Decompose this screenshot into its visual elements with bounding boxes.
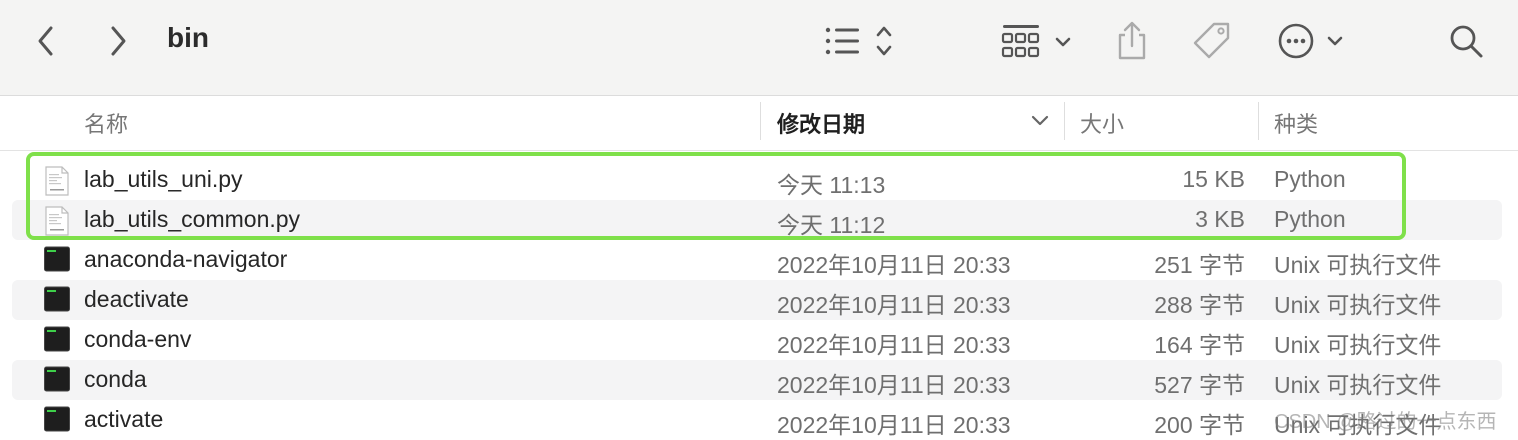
- file-row[interactable]: conda-env 2022年10月11日 20:33 164 字节 Unix 可执行…: [12, 320, 1502, 360]
- file-size: 3 KB: [1195, 206, 1245, 232]
- file-date: 2022年10月11日 20:33: [777, 372, 1011, 398]
- file-name: lab_utils_common.py: [84, 206, 301, 232]
- file-kind: Unix 可执行文件: [1274, 372, 1442, 398]
- terminal-exec-icon: [44, 246, 70, 274]
- file-date: 2022年10月11日 20:33: [777, 412, 1011, 438]
- column-divider[interactable]: [760, 102, 761, 140]
- terminal-exec-icon: [44, 406, 70, 434]
- file-kind: Python: [1274, 166, 1346, 192]
- list-view-icon[interactable]: [822, 18, 898, 64]
- share-icon[interactable]: [1112, 18, 1152, 64]
- search-icon[interactable]: [1446, 18, 1486, 64]
- column-divider[interactable]: [1064, 102, 1065, 140]
- file-row[interactable]: lab_utils_uni.py 今天 11:13 15 KB Python: [12, 160, 1502, 200]
- watermark: CSDN @路过的一点东西: [1274, 411, 1497, 433]
- file-date: 2022年10月11日 20:33: [777, 252, 1011, 278]
- file-kind: Unix 可执行文件: [1274, 292, 1442, 318]
- terminal-exec-icon: [44, 326, 70, 354]
- file-name: deactivate: [84, 286, 189, 312]
- file-name: lab_utils_uni.py: [84, 166, 243, 192]
- python-document-icon: [44, 206, 70, 236]
- file-size: 251 字节: [1154, 252, 1245, 278]
- chevron-left-icon[interactable]: [30, 18, 62, 64]
- tag-icon[interactable]: [1188, 18, 1236, 64]
- file-row[interactable]: conda 2022年10月11日 20:33 527 字节 Unix 可执行文件: [12, 360, 1502, 400]
- file-size: 15 KB: [1182, 166, 1245, 192]
- file-kind: Unix 可执行文件: [1274, 252, 1442, 278]
- file-date: 2022年10月11日 20:33: [777, 292, 1011, 318]
- sort-chevron-down-icon[interactable]: [1030, 114, 1050, 133]
- file-name: conda: [84, 366, 147, 392]
- grid-group-icon[interactable]: [1000, 18, 1076, 64]
- file-size: 200 字节: [1154, 412, 1245, 438]
- chevron-right-icon[interactable]: [102, 18, 134, 64]
- column-header: 名称 修改日期 大小 种类: [0, 96, 1518, 151]
- file-name: conda-env: [84, 326, 192, 352]
- file-date: 2022年10月11日 20:33: [777, 332, 1011, 358]
- file-row[interactable]: deactivate 2022年10月11日 20:33 288 字节 Unix 可执…: [12, 280, 1502, 320]
- column-size[interactable]: 大小: [1080, 107, 1124, 139]
- column-divider[interactable]: [1258, 102, 1259, 140]
- ellipsis-circle-icon[interactable]: [1276, 18, 1348, 64]
- file-size: 288 字节: [1154, 292, 1245, 318]
- file-size: 164 字节: [1154, 332, 1245, 358]
- file-kind: Python: [1274, 206, 1346, 232]
- file-size: 527 字节: [1154, 372, 1245, 398]
- file-kind: Unix 可执行文件: [1274, 332, 1442, 358]
- file-name: anaconda-navigator: [84, 246, 288, 272]
- toolbar: bin: [0, 0, 1518, 96]
- file-row[interactable]: anaconda-navigator 2022年10月11日 20:33 251 字…: [12, 240, 1502, 280]
- python-document-icon: [44, 166, 70, 196]
- file-date: 今天 11:12: [777, 212, 886, 238]
- file-date: 今天 11:13: [777, 172, 886, 198]
- file-row[interactable]: lab_utils_common.py 今天 11:12 3 KB Python: [12, 200, 1502, 240]
- folder-title: bin: [167, 22, 209, 53]
- terminal-exec-icon: [44, 366, 70, 394]
- column-name[interactable]: 名称: [84, 107, 128, 139]
- column-date[interactable]: 修改日期: [777, 107, 865, 139]
- file-name: activate: [84, 406, 164, 432]
- terminal-exec-icon: [44, 286, 70, 314]
- column-kind[interactable]: 种类: [1274, 107, 1318, 139]
